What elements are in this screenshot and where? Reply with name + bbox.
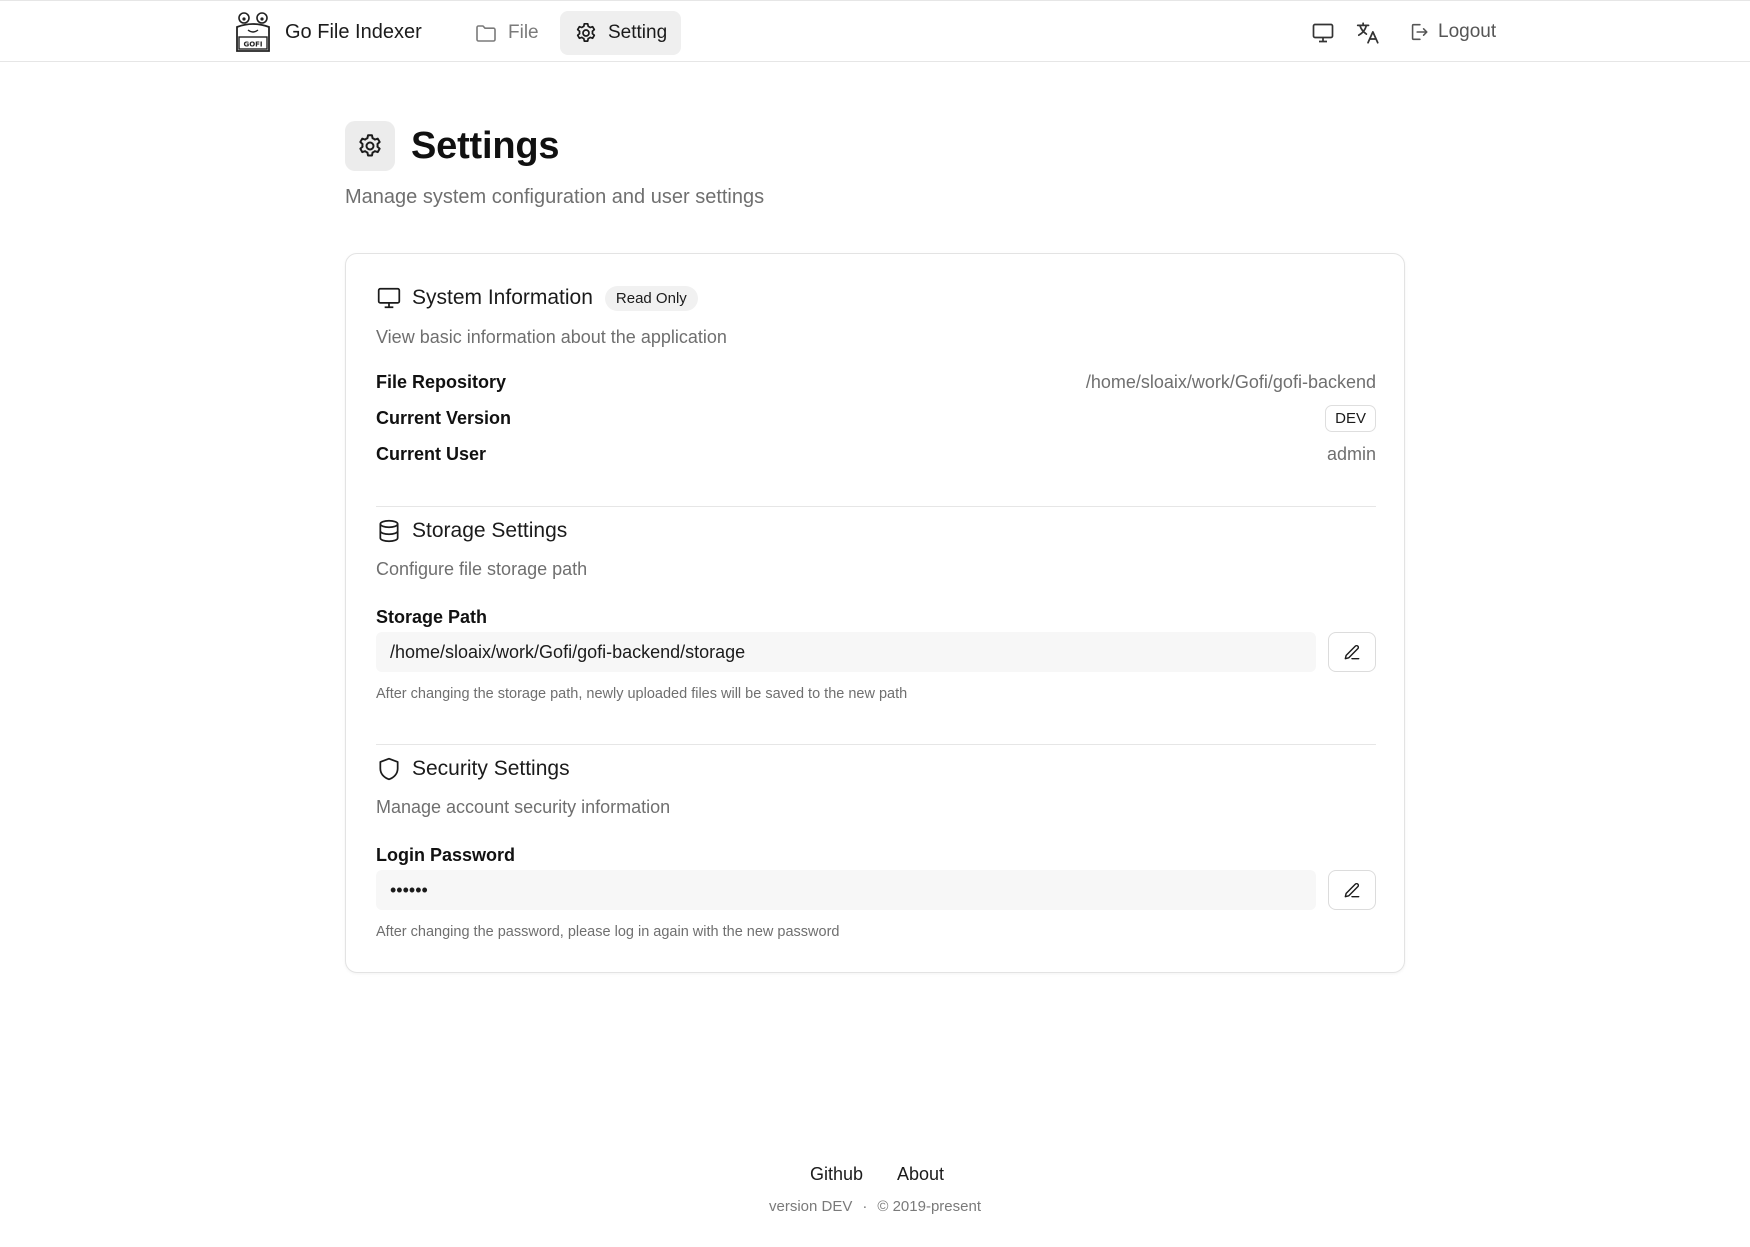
- section-divider: [376, 506, 1376, 507]
- gear-icon: [576, 22, 596, 42]
- storage-path-hint: After changing the storage path, newly u…: [376, 686, 908, 702]
- theme-toggle-button[interactable]: [1310, 20, 1336, 46]
- system-info-header: System Information Read Only: [376, 285, 698, 311]
- footer-copyright: © 2019-present: [877, 1198, 981, 1215]
- security-settings-title: Security Settings: [412, 757, 570, 780]
- storage-settings-header: Storage Settings: [376, 518, 567, 544]
- footer-separator: ·: [862, 1198, 868, 1215]
- pencil-icon: [1344, 883, 1360, 898]
- nav-file-label: File: [508, 22, 539, 43]
- storage-path-field: /home/sloaix/work/Gofi/gofi-backend/stor…: [376, 632, 1316, 672]
- brand[interactable]: GOFI Go File Indexer: [233, 11, 422, 53]
- logout-label: Logout: [1438, 21, 1497, 42]
- info-label: Current Version: [376, 407, 512, 428]
- database-icon: [379, 519, 399, 543]
- edit-storage-path-button[interactable]: [1328, 632, 1376, 672]
- nav-file[interactable]: File: [460, 11, 553, 55]
- logout-button[interactable]: Logout: [1408, 15, 1496, 49]
- current-user-value: admin: [1326, 443, 1376, 464]
- security-settings-description: Manage account security information: [376, 797, 671, 817]
- security-settings-header: Security Settings: [376, 756, 570, 782]
- info-row-file-repository: File Repository /home/sloaix/work/Gofi/g…: [376, 367, 1376, 397]
- footer-meta: version DEV · © 2019-present: [0, 1198, 1750, 1215]
- info-label: File Repository: [376, 371, 507, 392]
- top-navbar: GOFI Go File Indexer File Setting Logout: [0, 0, 1750, 62]
- logo-text: GOFI: [243, 41, 262, 49]
- footer-link-about[interactable]: About: [893, 1164, 944, 1185]
- nav-setting[interactable]: Setting: [560, 11, 682, 55]
- system-info-description: View basic information about the applica…: [376, 327, 727, 347]
- gofi-logo-icon: GOFI: [236, 12, 270, 52]
- settings-card: System Information Read Only View basic …: [345, 253, 1405, 973]
- section-divider: [376, 744, 1376, 745]
- page-title: Settings: [411, 124, 560, 167]
- info-label: Current User: [376, 443, 487, 464]
- translate-icon: [1356, 22, 1379, 44]
- info-row-current-user: Current User admin: [376, 439, 1376, 469]
- system-info-title: System Information: [412, 286, 593, 309]
- info-row-current-version: Current Version DEV: [376, 403, 1376, 433]
- monitor-icon: [377, 287, 401, 309]
- edit-password-button[interactable]: [1328, 870, 1376, 910]
- login-password-label: Login Password: [376, 845, 516, 865]
- login-password-field: ••••••: [376, 870, 1316, 910]
- page-header: Settings: [345, 121, 560, 171]
- language-button[interactable]: [1355, 20, 1381, 46]
- version-badge: DEV: [1325, 404, 1376, 432]
- storage-settings-description: Configure file storage path: [376, 559, 588, 579]
- storage-settings-title: Storage Settings: [412, 519, 568, 542]
- file-repository-value: /home/sloaix/work/Gofi/gofi-backend: [1085, 371, 1376, 392]
- settings-heading-icon-box: [345, 121, 395, 171]
- footer-links: Github About: [0, 1164, 1750, 1185]
- monitor-icon: [1312, 23, 1334, 43]
- gear-icon: [359, 134, 381, 157]
- logout-icon: [1411, 23, 1428, 41]
- shield-icon: [379, 757, 399, 781]
- storage-path-label: Storage Path: [376, 607, 488, 627]
- folder-icon: [476, 25, 496, 42]
- app-name: Go File Indexer: [285, 20, 422, 43]
- footer-version: version DEV: [769, 1198, 853, 1215]
- nav-setting-label: Setting: [608, 22, 668, 43]
- login-password-hint: After changing the password, please log …: [376, 924, 840, 940]
- page-subtitle: Manage system configuration and user set…: [345, 186, 765, 208]
- footer-link-github[interactable]: Github: [806, 1164, 863, 1185]
- read-only-badge: Read Only: [604, 285, 698, 311]
- pencil-icon: [1344, 645, 1360, 660]
